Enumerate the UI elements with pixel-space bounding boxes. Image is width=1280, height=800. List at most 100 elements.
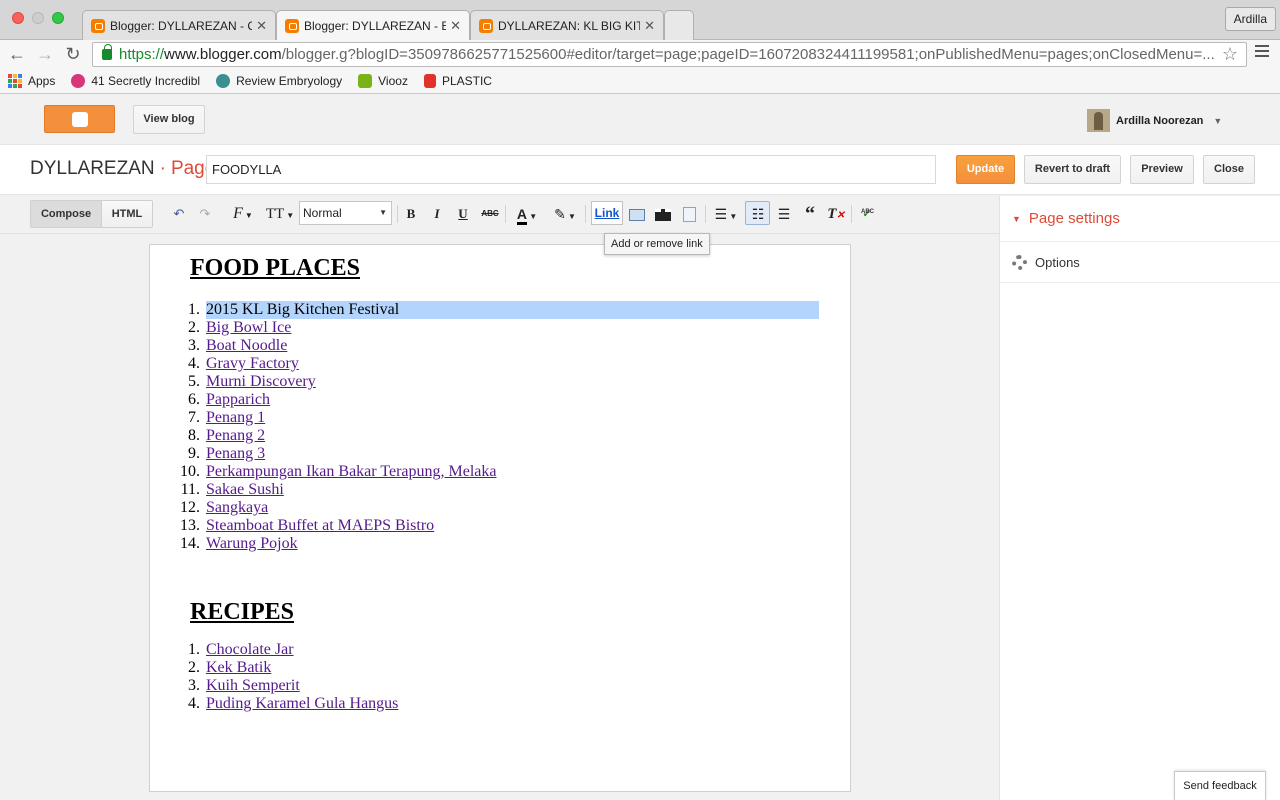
list-item: 2. Kek Batik: [150, 659, 850, 677]
tab-close-icon[interactable]: ✕: [644, 18, 655, 34]
text-color-icon[interactable]: A ▼: [512, 204, 542, 225]
bookmarks-bar: Apps 41 Secretly Incredibl Review Embryo…: [0, 68, 1280, 94]
list-item: 14. Warung Pojok: [150, 535, 850, 553]
blogger-favicon-icon: [285, 19, 299, 33]
list-item-number: 8.: [188, 427, 200, 444]
list-item-link[interactable]: Penang 3: [206, 445, 265, 462]
list-item: 11. Sakae Sushi: [150, 481, 850, 499]
highlight-color-icon[interactable]: ✎ ▼: [550, 204, 580, 224]
compose-mode-button[interactable]: Compose: [30, 200, 102, 228]
browser-tab-2[interactable]: Blogger: DYLLAREZAN - Ed ✕: [276, 10, 470, 41]
redo-icon[interactable]: ↷: [196, 204, 214, 224]
bookmark-review-embryology[interactable]: Review Embryology: [216, 73, 343, 88]
spellcheck-icon[interactable]: ✓ ABC: [857, 204, 877, 224]
link-button[interactable]: Link: [591, 201, 623, 225]
tab-close-icon[interactable]: ✕: [256, 18, 267, 34]
list-item-link[interactable]: Kek Batik: [206, 659, 271, 676]
window-minimize-button[interactable]: [32, 12, 44, 24]
insert-video-icon[interactable]: [653, 204, 673, 224]
blogger-logo-button[interactable]: [44, 105, 115, 133]
window-zoom-button[interactable]: [52, 12, 64, 24]
list-item-link[interactable]: Steamboat Buffet at MAEPS Bistro: [206, 517, 434, 534]
page-title-input[interactable]: FOODYLLA: [206, 155, 936, 184]
document-body[interactable]: FOOD PLACES 1. 2015 KL Big Kitchen Festiv…: [149, 244, 851, 792]
profile-button[interactable]: Ardilla: [1224, 7, 1276, 31]
align-icon[interactable]: ☰ ▼: [711, 204, 741, 224]
browser-tab-3[interactable]: DYLLAREZAN: KL BIG KITCH ✕: [470, 10, 664, 40]
browser-tab-1[interactable]: Blogger: DYLLAREZAN - Co ✕: [82, 10, 276, 40]
selected-list-text[interactable]: 2015 KL Big Kitchen Festival: [206, 301, 819, 319]
list-item-link[interactable]: Big Bowl Ice: [206, 319, 291, 336]
list-item-link[interactable]: Warung Pojok: [206, 535, 298, 552]
list-item-link[interactable]: Penang 2: [206, 427, 265, 444]
format-select[interactable]: Normal ▼: [299, 201, 392, 225]
list-item-number: 2.: [188, 659, 200, 676]
page-settings-label: Page settings: [1028, 210, 1120, 227]
list-item-number: 4.: [188, 355, 200, 372]
italic-button[interactable]: I: [428, 204, 446, 224]
list-item: 2. Big Bowl Ice: [150, 319, 850, 337]
bookmark-favicon-icon: [358, 73, 373, 88]
jump-break-icon[interactable]: [679, 204, 699, 224]
bookmark-secretly-incredible[interactable]: 41 Secretly Incredibl: [71, 73, 200, 88]
list-item-link[interactable]: Papparich: [206, 391, 270, 408]
format-select-value: Normal: [303, 206, 342, 220]
underline-button[interactable]: U: [454, 204, 472, 224]
update-button[interactable]: Update: [956, 155, 1015, 184]
food-places-list: 1. 2015 KL Big Kitchen Festival 2. Big Bowl…: [150, 301, 850, 553]
address-bar[interactable]: https://www.blogger.com/blogger.g?blogID…: [92, 42, 1247, 67]
list-item-link[interactable]: Sakae Sushi: [206, 481, 284, 498]
insert-image-icon[interactable]: [627, 204, 647, 224]
account-menu[interactable]: Ardilla Noorezan ▼: [1087, 109, 1222, 132]
list-item-link[interactable]: Penang 1: [206, 409, 265, 426]
bookmark-star-icon[interactable]: ☆: [1222, 43, 1238, 66]
back-arrow-icon[interactable]: ←: [6, 43, 28, 65]
blogger-topbar: View blog Ardilla Noorezan ▼: [0, 95, 1280, 145]
editor-canvas: FOOD PLACES 1. 2015 KL Big Kitchen Festiv…: [0, 234, 1000, 800]
reload-icon[interactable]: ↻: [62, 43, 84, 65]
forward-arrow-icon[interactable]: →: [34, 43, 56, 65]
new-tab-button[interactable]: [664, 10, 694, 40]
list-item-link[interactable]: Sangkaya: [206, 499, 268, 516]
window-close-button[interactable]: [12, 12, 24, 24]
list-item-link[interactable]: Perkampungan Ikan Bakar Terapung, Melaka: [206, 463, 496, 480]
list-item: 1. 2015 KL Big Kitchen Festival: [150, 301, 850, 319]
strikethrough-button[interactable]: ABC: [479, 204, 501, 224]
remove-formatting-icon[interactable]: T✕: [826, 204, 846, 224]
page-settings-header[interactable]: ▼ Page settings: [1000, 196, 1280, 242]
link-tooltip: Add or remove link: [604, 233, 710, 255]
heading-recipes: RECIPES: [190, 599, 295, 625]
revert-to-draft-button[interactable]: Revert to draft: [1024, 155, 1121, 184]
bookmark-apps[interactable]: Apps: [8, 73, 55, 88]
blogger-favicon-icon: [91, 18, 105, 33]
tab-close-icon[interactable]: ✕: [450, 18, 461, 34]
font-family-icon[interactable]: F ▼: [228, 204, 258, 224]
list-item-link[interactable]: Chocolate Jar: [206, 641, 294, 658]
options-label: Options: [1035, 254, 1080, 270]
view-blog-button[interactable]: View blog: [133, 105, 205, 134]
font-size-icon[interactable]: TT ▼: [264, 204, 296, 224]
bulleted-list-icon[interactable]: ☰: [774, 204, 794, 224]
settings-sidebar: ▼ Page settings Options: [999, 196, 1280, 800]
list-item: 12. Sangkaya: [150, 499, 850, 517]
undo-icon[interactable]: ↶: [170, 204, 188, 224]
list-item-number: 3.: [188, 677, 200, 694]
list-item-link[interactable]: Kuih Semperit: [206, 677, 300, 694]
bookmark-label: Review Embryology: [236, 73, 343, 88]
options-item[interactable]: Options: [1000, 242, 1280, 283]
list-item-link[interactable]: Boat Noodle: [206, 337, 287, 354]
list-item-link[interactable]: Gravy Factory: [206, 355, 299, 372]
bookmark-plastic[interactable]: PLASTIC: [423, 73, 492, 88]
url-host: www.blogger.com: [164, 46, 282, 63]
close-button[interactable]: Close: [1203, 155, 1255, 184]
quote-icon[interactable]: “: [800, 204, 820, 224]
list-item-link[interactable]: Puding Karamel Gula Hangus: [206, 695, 398, 712]
list-item-number: 13.: [180, 517, 200, 534]
bookmark-viooz[interactable]: Viooz: [358, 73, 408, 88]
html-mode-button[interactable]: HTML: [101, 200, 153, 228]
bold-button[interactable]: B: [402, 204, 420, 224]
list-item-link[interactable]: Murni Discovery: [206, 373, 316, 390]
browser-menu-icon[interactable]: [1255, 45, 1269, 60]
preview-button[interactable]: Preview: [1130, 155, 1194, 184]
send-feedback-button[interactable]: Send feedback: [1174, 771, 1266, 800]
